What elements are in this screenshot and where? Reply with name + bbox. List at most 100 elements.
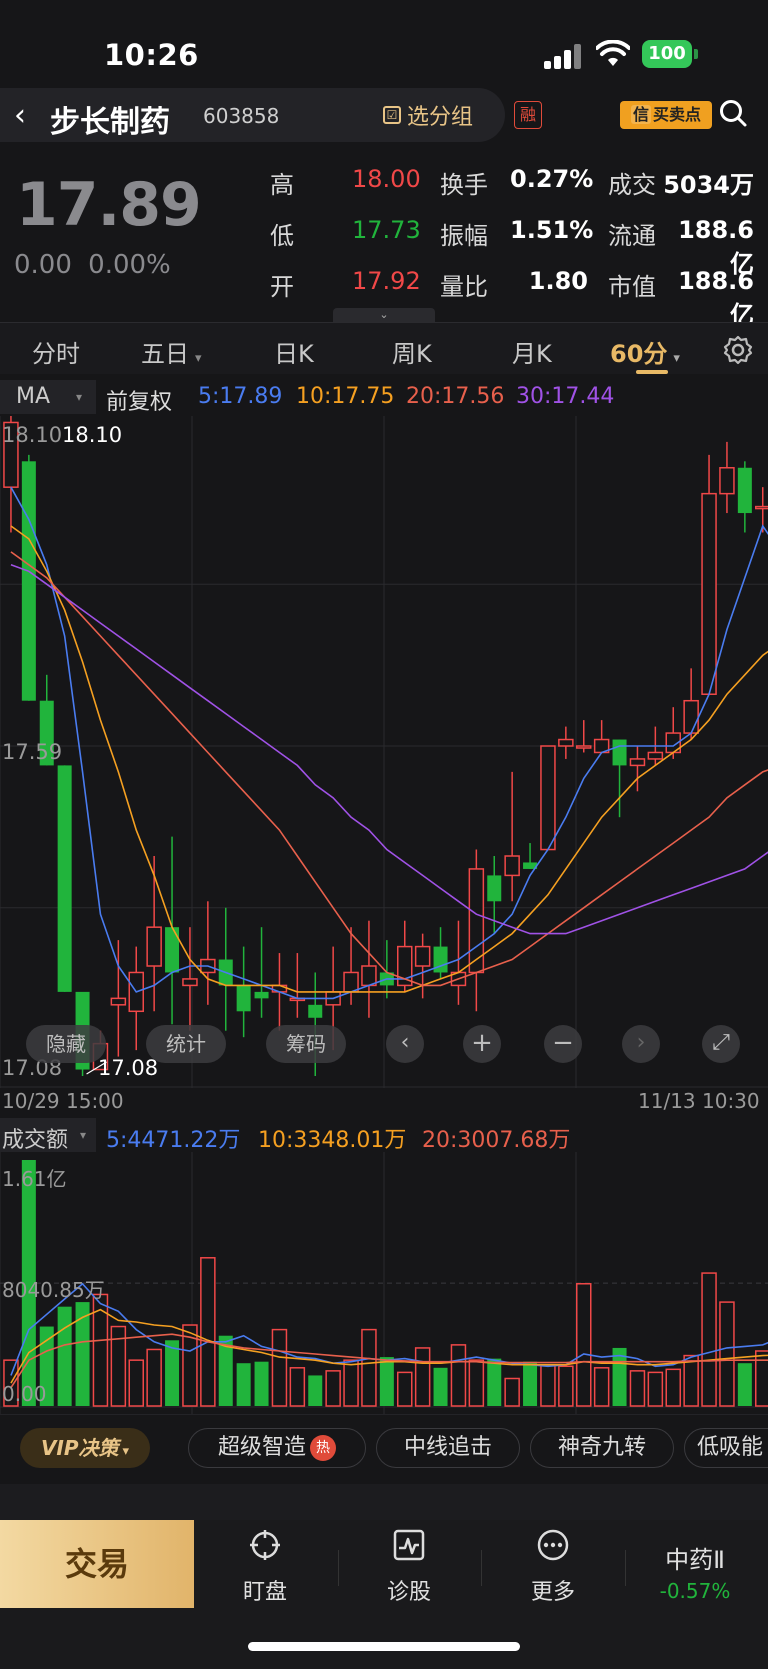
- chip-super-smart[interactable]: 超级智造热: [188, 1428, 366, 1468]
- sector-change: -0.57%: [659, 1579, 731, 1603]
- search-icon[interactable]: [718, 98, 748, 128]
- chevron-down-icon: ▾: [76, 390, 83, 404]
- chip-magic-nine[interactable]: 神奇九转: [530, 1428, 674, 1468]
- ma30-value: 30:17.44: [516, 384, 615, 409]
- statistics-button[interactable]: 统计: [146, 1025, 226, 1063]
- divider: [481, 1550, 482, 1586]
- chip-distribution-button[interactable]: 筹码: [266, 1025, 346, 1063]
- diagnose-button[interactable]: 诊股: [349, 1528, 469, 1606]
- target-icon: [250, 1530, 280, 1560]
- volume-bar: [576, 1283, 592, 1407]
- volume-bar: [719, 1301, 735, 1407]
- candle-body: [701, 492, 717, 695]
- divider: [338, 1550, 339, 1586]
- margin-badge[interactable]: 融: [514, 101, 542, 129]
- label-market-cap: 市值: [608, 273, 656, 301]
- expand-quote-toggle[interactable]: ⌄: [333, 308, 435, 322]
- ma10-value: 10:17.75: [296, 384, 395, 409]
- watch-button[interactable]: 盯盘: [205, 1528, 325, 1606]
- chip-mid-pursuit[interactable]: 中线追击: [376, 1428, 520, 1468]
- vip-label: VIP决策: [40, 1436, 119, 1460]
- candle-body: [146, 926, 162, 967]
- chevron-right-icon[interactable]: ›: [622, 1025, 660, 1063]
- volume-bar: [343, 1359, 359, 1407]
- select-group-label: 选分组: [407, 105, 474, 130]
- vip-decision-button[interactable]: VIP决策 ▾: [20, 1428, 150, 1468]
- ma20-value: 20:17.56: [406, 384, 505, 409]
- volume-bar: [379, 1357, 394, 1406]
- volume-bar: [523, 1361, 538, 1406]
- volume-bar: [487, 1358, 502, 1406]
- buy-sell-points-button[interactable]: 信买卖点: [620, 101, 712, 129]
- volume-chart[interactable]: [0, 1152, 768, 1414]
- zoom-in-icon[interactable]: +: [463, 1025, 501, 1063]
- fullscreen-icon[interactable]: ⤢: [702, 1025, 740, 1063]
- y-label-mid: 17.59: [2, 740, 63, 764]
- volume-bar: [558, 1365, 574, 1407]
- price-change: 0.00 0.00%: [14, 250, 171, 280]
- indicator-selector[interactable]: MA ▾: [0, 380, 96, 414]
- label-volume-ratio: 量比: [440, 273, 488, 301]
- zoom-out-icon[interactable]: −: [544, 1025, 582, 1063]
- battery-indicator: 100: [642, 40, 692, 68]
- adjust-mode-button[interactable]: 前复权: [106, 384, 172, 416]
- select-group-button[interactable]: ☑ 选分组: [383, 99, 473, 131]
- tab-60min[interactable]: 60分 ▾: [610, 334, 680, 369]
- volume-ma20: 20:3007.68万: [422, 1128, 571, 1153]
- chip-low-buy[interactable]: 低吸能: [684, 1428, 768, 1468]
- volume-bar: [755, 1350, 768, 1407]
- tab-monthly-k[interactable]: 月K: [512, 334, 552, 369]
- volume-bar: [236, 1363, 251, 1406]
- candle-body: [540, 745, 556, 851]
- volume-bar: [271, 1328, 288, 1407]
- candle-body: [414, 945, 431, 967]
- value-turnover: 0.27%: [510, 165, 594, 193]
- app-root: 10:26 100 ‹ 步长制药 603858 ☑ 选分组 融 信买卖点 17.…: [0, 0, 768, 1669]
- volume-bar: [254, 1361, 269, 1406]
- ma-legend-row: MA ▾ 前复权 5:17.89 10:17.75 20:17.56 30:17…: [0, 380, 768, 416]
- ma30-line: [10, 564, 768, 935]
- stock-name: 步长制药: [50, 105, 170, 140]
- indicator-selector-label: MA: [16, 384, 51, 409]
- volume-bar: [450, 1344, 467, 1407]
- trade-button[interactable]: 交易: [0, 1520, 194, 1608]
- candle-body: [504, 855, 520, 877]
- sector-widget[interactable]: 中药Ⅱ -0.57%: [640, 1540, 750, 1603]
- ma5-line: [10, 486, 768, 1000]
- more-label: 更多: [530, 1580, 575, 1605]
- hot-badge: 热: [310, 1435, 336, 1461]
- kline-chart[interactable]: [0, 416, 768, 1088]
- volume-indicator-selector[interactable]: 成交额 ▾: [0, 1118, 96, 1153]
- label-open: 开: [270, 273, 294, 301]
- candle-body: [683, 699, 699, 734]
- tab-intraday[interactable]: 分时: [32, 334, 80, 369]
- high-marker: 18.10: [62, 423, 123, 447]
- volume-legend-row: 成交额 ▾ 5:4471.22万 10:3348.01万 20:3007.68万: [0, 1118, 768, 1154]
- candle-body: [487, 875, 502, 902]
- candle-body: [576, 745, 592, 749]
- volume-bar: [665, 1368, 681, 1407]
- tab-five-day[interactable]: 五日 ▾: [141, 334, 202, 369]
- volume-ma5: 5:4471.22万: [106, 1128, 241, 1153]
- value-high: 18.00: [352, 165, 421, 193]
- more-button[interactable]: 更多: [493, 1528, 613, 1606]
- volume-bar: [593, 1367, 610, 1407]
- gear-icon[interactable]: [722, 334, 754, 366]
- chip-label: 超级智造: [217, 1435, 306, 1460]
- back-icon[interactable]: ‹: [14, 98, 26, 133]
- candle-body: [21, 461, 36, 701]
- tab-weekly-k[interactable]: 周K: [392, 334, 432, 369]
- chevron-down-icon: ▾: [122, 1444, 130, 1459]
- candle-body: [647, 751, 664, 760]
- diagnose-label: 诊股: [386, 1580, 431, 1605]
- hide-button[interactable]: 隐藏: [26, 1025, 106, 1063]
- hidden-tab-strip: [0, 1484, 768, 1522]
- tab-daily-k[interactable]: 日K: [274, 334, 314, 369]
- chevron-down-icon: ▾: [673, 351, 680, 366]
- chevron-left-icon[interactable]: ‹: [386, 1025, 424, 1063]
- volume-bar: [361, 1328, 377, 1407]
- candle-body: [361, 965, 377, 987]
- more-dots-icon: [537, 1529, 569, 1561]
- volume-bar: [200, 1257, 216, 1407]
- volume-bar: [433, 1367, 448, 1406]
